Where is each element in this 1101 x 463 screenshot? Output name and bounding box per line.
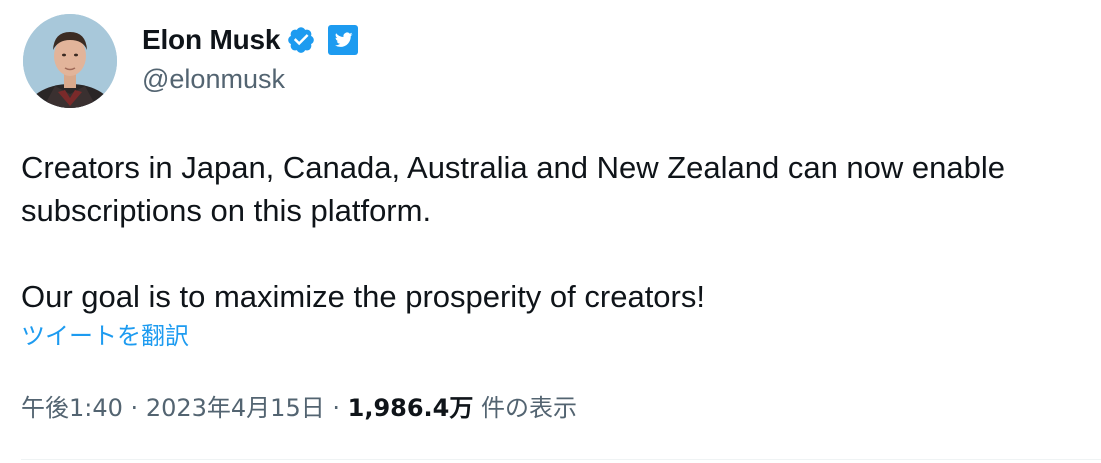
tweet: Elon Musk @elonmusk Creators in Japan, C… <box>0 0 1101 463</box>
author-display-name[interactable]: Elon Musk <box>142 24 280 56</box>
author-block: Elon Musk @elonmusk <box>142 20 359 95</box>
tweet-time[interactable]: 午後1:40 <box>21 394 123 422</box>
meta-separator: · <box>130 394 139 422</box>
tweet-text-line: Our goal is to maximize the prosperity o… <box>21 279 705 314</box>
tweet-meta: 午後1:40 · 2023年4月15日 · 1,986.4万 件の表示 <box>21 388 577 423</box>
divider <box>21 459 1101 460</box>
author-handle[interactable]: @elonmusk <box>142 64 358 95</box>
avatar[interactable] <box>23 14 117 108</box>
views-label: 件の表示 <box>481 394 578 422</box>
tweet-text-line: subscriptions on this platform. <box>21 193 432 228</box>
twitter-bird-icon[interactable] <box>328 25 359 55</box>
avatar-photo <box>23 14 117 108</box>
translate-tweet-link[interactable]: ツイートを翻訳 <box>21 316 189 351</box>
views-count: 1,986.4万 <box>347 394 474 422</box>
meta-separator: · <box>332 394 340 422</box>
verified-badge-icon <box>286 25 316 55</box>
tweet-date[interactable]: 2023年4月15日 <box>146 394 325 422</box>
tweet-text: Creators in Japan, Canada, Australia and… <box>21 146 1096 318</box>
name-row: Elon Musk <box>142 20 359 60</box>
tweet-text-line: Creators in Japan, Canada, Australia and… <box>21 150 1006 185</box>
